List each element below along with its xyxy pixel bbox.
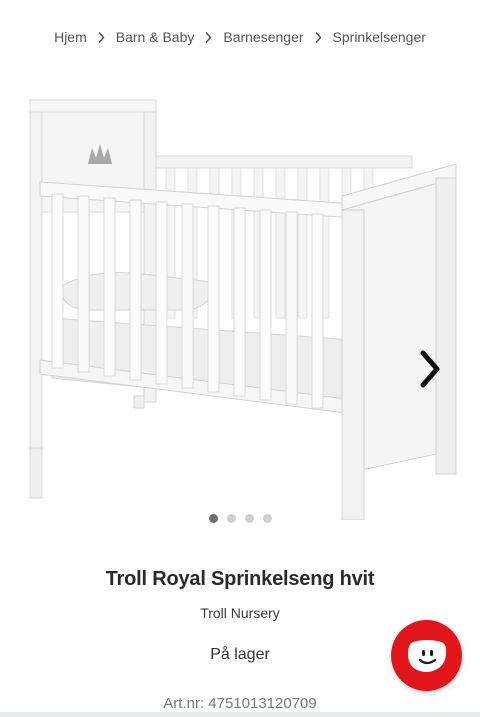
- breadcrumb: Hjem Barn & Baby Barnesenger Sprinkelsen…: [0, 24, 480, 50]
- product-brand[interactable]: Troll Nursery: [0, 605, 480, 621]
- breadcrumb-barnesenger[interactable]: Barnesenger: [223, 29, 303, 45]
- breadcrumb-home[interactable]: Hjem: [54, 29, 87, 45]
- chevron-right-icon: [420, 350, 440, 388]
- breadcrumb-sprinkelsenger[interactable]: Sprinkelsenger: [333, 29, 426, 45]
- chevron-right-small-icon: [205, 31, 212, 43]
- product-title: Troll Royal Sprinkelseng hvit: [105, 568, 375, 590]
- gallery-dot-2[interactable]: [226, 513, 236, 523]
- chat-face-icon: [407, 639, 446, 672]
- article-number: Art.nr: 4751013120709: [163, 695, 317, 712]
- gallery-pagination: [0, 512, 480, 524]
- breadcrumb-barn-baby[interactable]: Barn & Baby: [116, 29, 195, 45]
- product-gallery[interactable]: [0, 62, 480, 532]
- gallery-dot-1[interactable]: [208, 513, 218, 523]
- chevron-right-small-icon: [98, 31, 105, 43]
- product-image-crib[interactable]: [22, 78, 466, 520]
- chat-button[interactable]: [391, 620, 462, 691]
- bottom-bar: [0, 712, 480, 717]
- chevron-right-small-icon: [315, 31, 322, 43]
- next-image-button[interactable]: [412, 345, 448, 393]
- gallery-dot-4[interactable]: [262, 513, 272, 523]
- gallery-dot-3[interactable]: [244, 513, 254, 523]
